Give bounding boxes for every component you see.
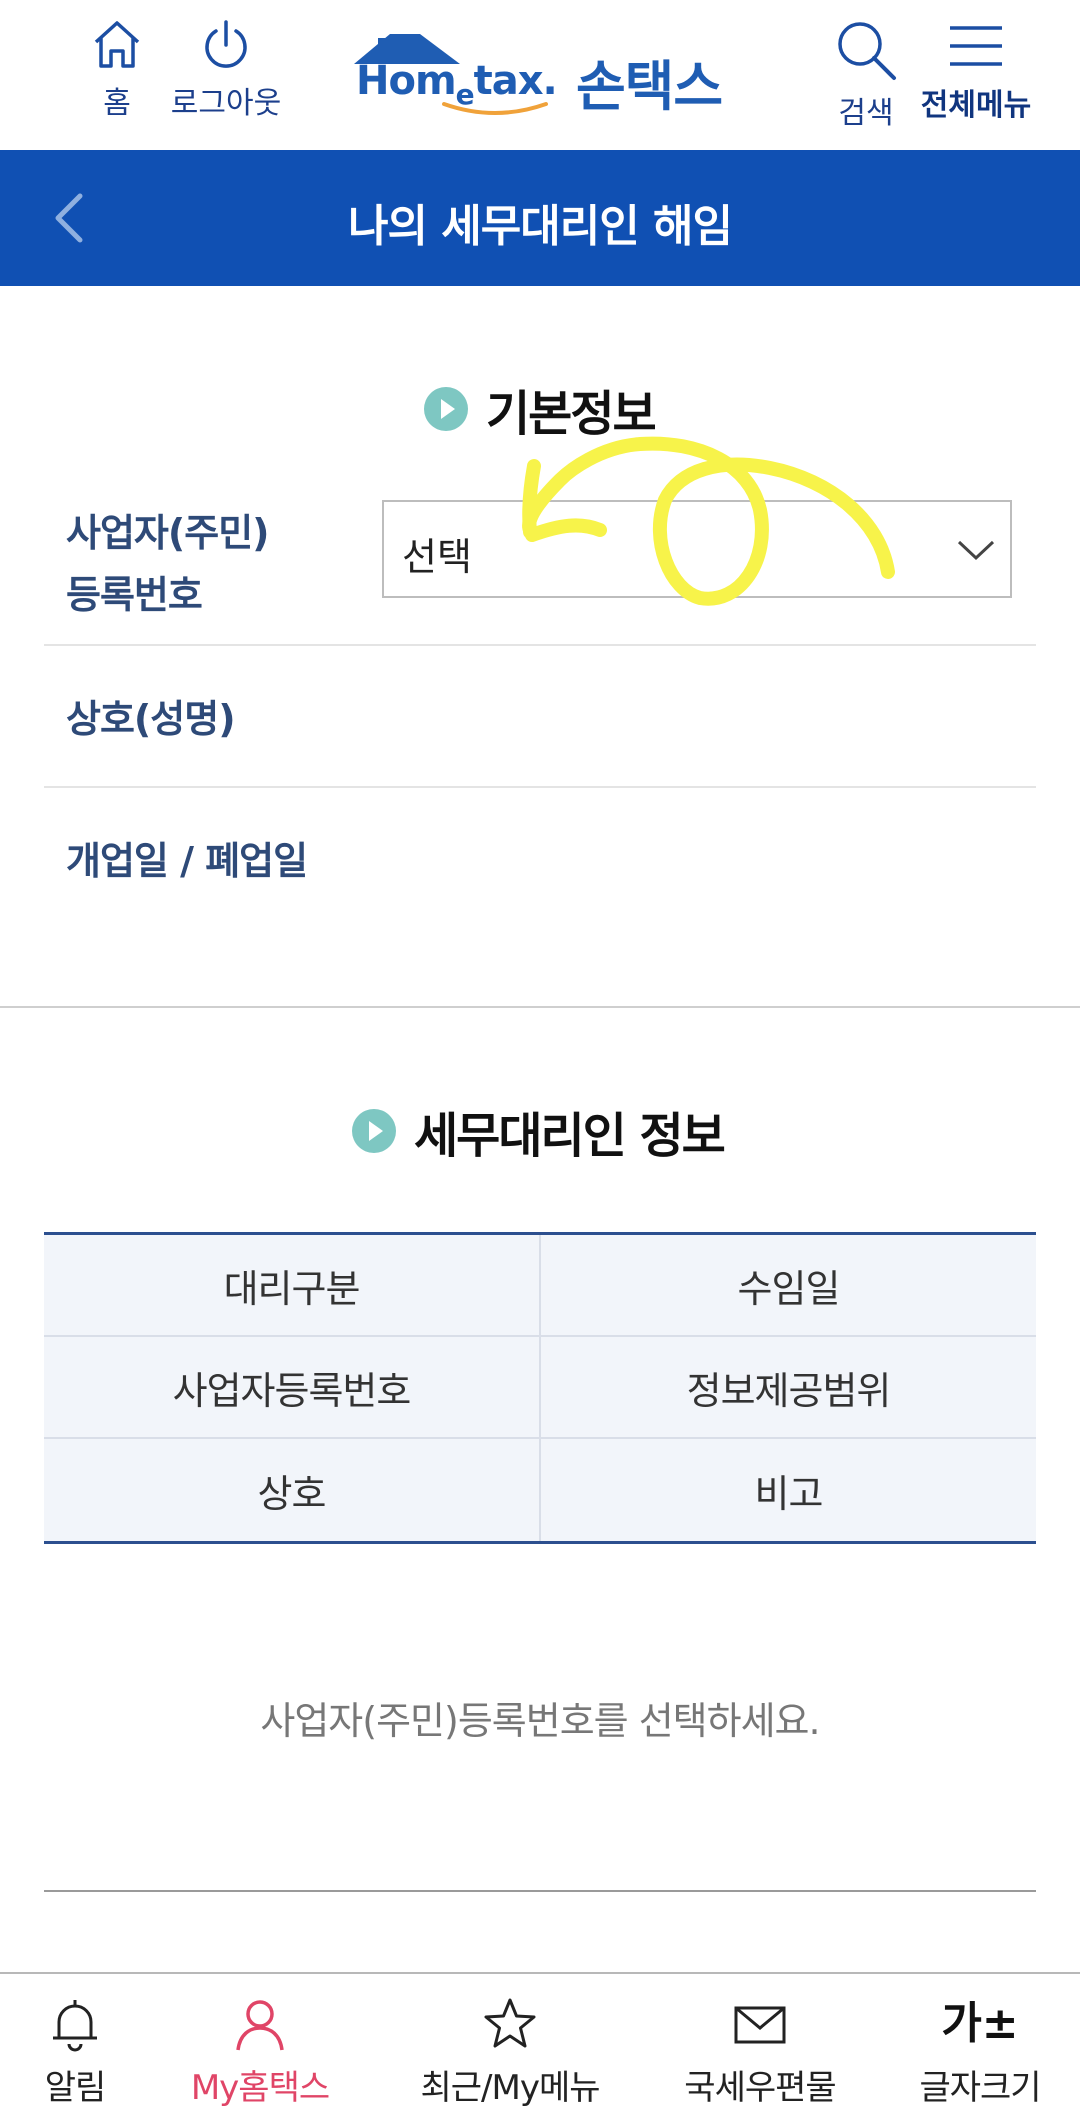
chevron-down-icon xyxy=(957,540,995,561)
table-header-cell: 대리구분 xyxy=(44,1235,541,1335)
nav-label: My홈택스 xyxy=(190,2068,330,2108)
play-bullet-icon xyxy=(352,1109,396,1153)
section-divider xyxy=(0,1006,1080,1008)
reg-no-label: 사업자(주민) 등록번호 xyxy=(66,502,270,626)
nav-label: 최근/My메뉴 xyxy=(420,2068,600,2108)
bell-icon xyxy=(53,2000,97,2052)
divider xyxy=(44,1890,1036,1892)
nav-item-recent-menu[interactable]: 최근/My메뉴 xyxy=(400,1974,620,2120)
table-row: 상호 비고 xyxy=(44,1439,1036,1541)
title-bar: 나의 세무대리인 해임 xyxy=(0,150,1080,286)
reg-no-select-value: 선택 xyxy=(402,535,472,579)
bottom-nav: 알림 My홈택스 최근/My메뉴 국세우편물 가± 글자크기 xyxy=(0,1972,1080,2120)
nav-label: 글자크기 xyxy=(919,2068,1041,2108)
agent-info-heading-text: 세무대리인 정보 xyxy=(414,1108,726,1164)
play-bullet-icon xyxy=(424,387,468,431)
logo-english: Hometax. xyxy=(356,58,558,111)
home-label: 홈 xyxy=(103,86,131,121)
table-header-cell: 상호 xyxy=(44,1439,541,1541)
nav-label: 국세우편물 xyxy=(684,2068,836,2108)
nav-label: 알림 xyxy=(44,2068,107,2108)
open-close-date-label: 개업일 / 폐업일 xyxy=(66,839,308,883)
table-header-cell: 정보제공범위 xyxy=(686,1368,892,1413)
nav-item-my-hometax[interactable]: My홈택스 xyxy=(180,1974,340,2120)
font-size-icon: 가± xyxy=(941,1998,1019,2049)
nav-item-tax-mail[interactable]: 국세우편물 xyxy=(660,1974,860,2120)
agent-info-heading: 세무대리인 정보 xyxy=(352,1096,726,1166)
home-icon xyxy=(94,21,140,68)
table-header-cell: 사업자등록번호 xyxy=(44,1337,541,1437)
divider xyxy=(44,644,1036,646)
all-menu-button[interactable]: 전체메뉴 xyxy=(916,18,1036,124)
table-header-cell: 수임일 xyxy=(737,1266,841,1311)
business-name-label: 상호(성명) xyxy=(66,697,236,741)
nav-item-alarm[interactable]: 알림 xyxy=(20,1974,130,2120)
empty-state-message: 사업자(주민)등록번호를 선택하세요. xyxy=(260,1699,820,1743)
search-icon xyxy=(838,22,896,80)
all-menu-label: 전체메뉴 xyxy=(920,88,1032,123)
star-icon xyxy=(484,1998,536,2048)
hamburger-menu-icon xyxy=(950,26,1002,66)
table-row: 사업자등록번호 정보제공범위 xyxy=(44,1337,1036,1439)
agent-info-table: 대리구분 수임일 사업자등록번호 정보제공범위 상호 비고 xyxy=(44,1232,1036,1544)
logo-korean: 손택스 xyxy=(576,55,723,118)
search-button[interactable]: 검색 xyxy=(824,18,908,132)
divider xyxy=(44,786,1036,788)
logout-button[interactable]: 로그아웃 xyxy=(166,18,286,122)
table-row: 대리구분 수임일 xyxy=(44,1235,1036,1337)
person-icon xyxy=(236,2000,284,2051)
table-header-cell: 비고 xyxy=(754,1471,824,1516)
reg-no-select[interactable]: 선택 xyxy=(382,500,1012,598)
basic-info-heading-text: 기본정보 xyxy=(486,386,657,442)
search-label: 검색 xyxy=(838,96,894,131)
mail-icon xyxy=(734,2006,786,2044)
logo-swoosh-icon xyxy=(442,102,548,115)
reg-no-label-line1: 사업자(주민) xyxy=(66,511,270,555)
reg-no-label-line2: 등록번호 xyxy=(66,573,203,617)
logout-label: 로그아웃 xyxy=(170,86,282,121)
power-icon xyxy=(205,20,247,68)
basic-info-heading: 기본정보 xyxy=(424,374,657,444)
top-header: 홈 로그아웃 Hometax. 손택스 검색 전체메뉴 xyxy=(0,0,1080,150)
hometax-logo[interactable]: Hometax. 손택스 xyxy=(350,30,730,120)
nav-item-font-size[interactable]: 가± 글자크기 xyxy=(900,1974,1060,2120)
page-title: 나의 세무대리인 해임 xyxy=(348,201,733,252)
home-button[interactable]: 홈 xyxy=(82,18,152,122)
